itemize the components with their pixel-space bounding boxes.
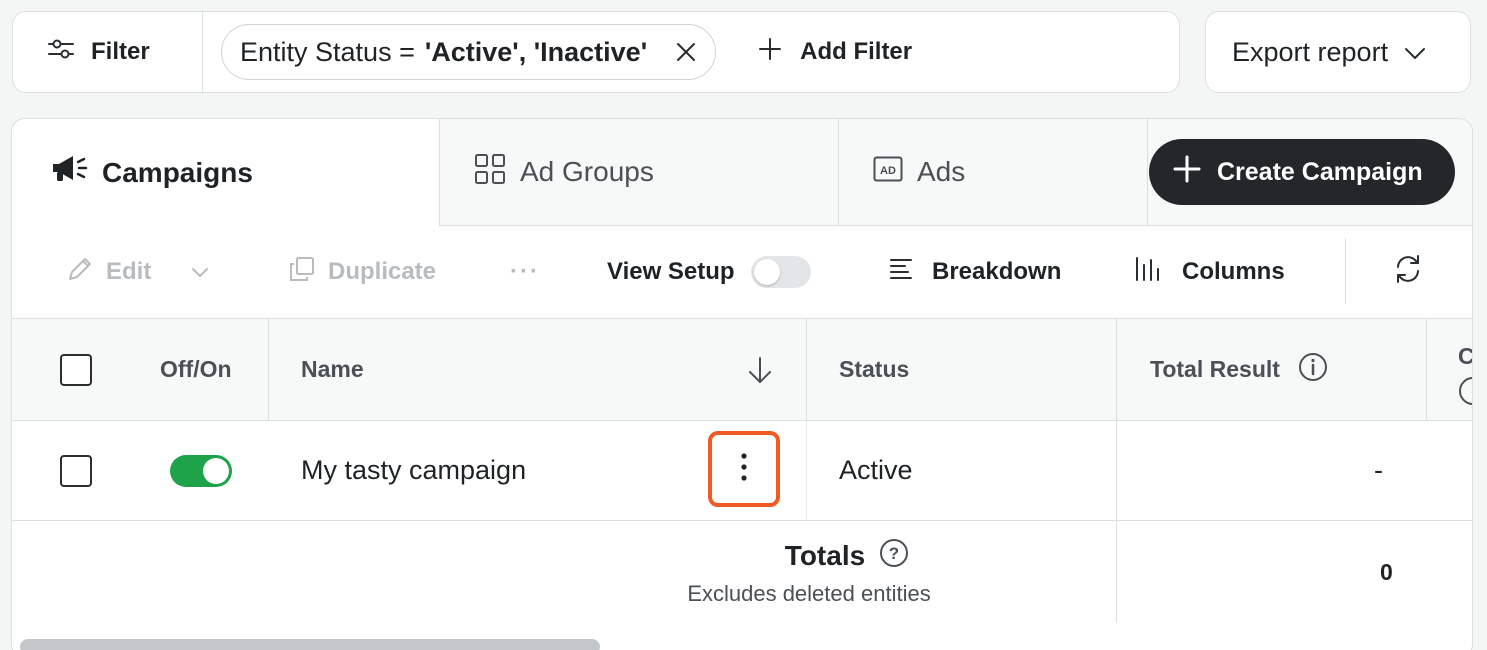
- table-row[interactable]: My tasty campaign Active -: [12, 420, 1472, 520]
- help-icon[interactable]: ?: [879, 538, 909, 575]
- totals-total-result: 0: [1380, 558, 1393, 585]
- campaign-status: Active: [839, 455, 913, 485]
- info-icon: [1459, 377, 1472, 405]
- columns-label: Columns: [1182, 258, 1285, 285]
- duplicate-label: Duplicate: [328, 258, 437, 285]
- plus-icon: [758, 37, 782, 68]
- header-partial-column[interactable]: C: [1458, 319, 1473, 420]
- scrollbar-thumb[interactable]: [20, 639, 600, 650]
- header-status[interactable]: Status: [839, 319, 909, 420]
- svg-text:?: ?: [889, 544, 899, 563]
- chevron-down-icon: [1404, 37, 1426, 68]
- campaigns-card: Campaigns Ad Groups AD Ads Create Campai…: [11, 118, 1473, 650]
- header-off-on[interactable]: Off/On: [160, 319, 232, 420]
- campaign-on-off-toggle[interactable]: [170, 454, 232, 487]
- view-setup-switch[interactable]: [750, 256, 811, 288]
- refresh-button[interactable]: [1393, 252, 1423, 293]
- plus-icon: [1173, 155, 1201, 190]
- header-name[interactable]: Name: [301, 319, 364, 420]
- breakdown-icon: [888, 256, 914, 289]
- tab-ads[interactable]: AD Ads: [839, 119, 1148, 226]
- entity-tabs: Campaigns Ad Groups AD Ads Create Campai…: [12, 119, 1472, 226]
- column-divider: [1116, 319, 1117, 420]
- select-all-checkbox[interactable]: [60, 353, 92, 386]
- duplicate-icon: [288, 255, 316, 290]
- filter-button[interactable]: Filter: [13, 12, 203, 92]
- tab-ads-label: Ads: [917, 156, 966, 187]
- column-divider: [1116, 521, 1117, 623]
- column-divider: [806, 319, 807, 420]
- svg-text:AD: AD: [880, 165, 896, 177]
- add-filter-button[interactable]: Add Filter: [758, 37, 912, 68]
- row-toggle-cell: [170, 421, 232, 520]
- header-partial-label: C: [1458, 343, 1473, 369]
- add-filter-label: Add Filter: [800, 38, 913, 65]
- header-total-result[interactable]: Total Result: [1150, 319, 1328, 420]
- column-divider: [268, 319, 269, 420]
- filter-bar: Filter Entity Status = 'Active', 'Inacti…: [12, 11, 1180, 93]
- header-total-result-label: Total Result: [1150, 356, 1280, 382]
- column-divider: [1116, 421, 1117, 520]
- filter-chip-value: 'Active', 'Inactive': [424, 36, 648, 67]
- filter-sliders-icon: [47, 37, 75, 68]
- filter-chip-key: Entity Status =: [240, 36, 415, 67]
- kebab-icon: [740, 452, 748, 487]
- breakdown-button[interactable]: Breakdown: [888, 256, 1061, 289]
- pencil-icon: [66, 255, 94, 290]
- tab-campaigns[interactable]: Campaigns: [12, 119, 440, 226]
- totals-label-cell: Totals ? Excludes deleted entities: [582, 521, 982, 623]
- campaign-name[interactable]: My tasty campaign: [301, 421, 526, 520]
- select-all-cell: [60, 319, 92, 420]
- row-checkbox[interactable]: [60, 454, 92, 487]
- export-report-dropdown[interactable]: Export report: [1205, 11, 1471, 93]
- more-horizontal-icon: ···: [510, 258, 540, 285]
- totals-heading: Totals ?: [785, 538, 909, 575]
- ad-icon: AD: [873, 156, 903, 189]
- chevron-down-icon[interactable]: [191, 258, 209, 286]
- breakdown-label: Breakdown: [932, 258, 1062, 285]
- grid-icon: [474, 153, 506, 192]
- filter-label: Filter: [91, 38, 150, 65]
- tab-campaigns-label: Campaigns: [102, 156, 253, 188]
- edit-button[interactable]: Edit: [66, 255, 209, 290]
- totals-label: Totals: [784, 540, 866, 571]
- table-header-row: Off/On Name Status Total Result C: [12, 318, 1472, 420]
- filter-chip-entity-status[interactable]: Entity Status = 'Active', 'Inactive': [221, 24, 717, 80]
- toolbar-divider: [1345, 238, 1346, 304]
- arrow-down-icon[interactable]: [745, 319, 775, 420]
- row-actions-menu-button[interactable]: [708, 431, 780, 507]
- megaphone-icon: [50, 154, 88, 191]
- column-divider: [1426, 319, 1427, 420]
- view-setup-label: View Setup: [607, 258, 735, 285]
- columns-icon: [1134, 255, 1164, 290]
- table-toolbar: Edit Duplicate ··· View Setup Breakdown: [12, 226, 1472, 318]
- info-icon[interactable]: [1298, 352, 1328, 388]
- create-campaign-label: Create Campaign: [1217, 157, 1423, 186]
- columns-button[interactable]: Columns: [1134, 255, 1285, 290]
- horizontal-scrollbar[interactable]: [12, 631, 1472, 650]
- more-options-button[interactable]: ···: [510, 258, 540, 286]
- column-divider: [806, 421, 807, 520]
- campaign-total-result: -: [1374, 455, 1383, 485]
- view-setup-toggle[interactable]: View Setup: [607, 256, 811, 288]
- edit-label: Edit: [106, 258, 152, 285]
- totals-row: Totals ? Excludes deleted entities 0: [12, 520, 1472, 623]
- export-report-label: Export report: [1232, 36, 1389, 67]
- close-icon[interactable]: [675, 41, 697, 63]
- sync-icon: [1393, 252, 1423, 293]
- row-select-cell: [60, 421, 92, 520]
- tab-ad-groups[interactable]: Ad Groups: [440, 119, 839, 226]
- create-campaign-button[interactable]: Create Campaign: [1149, 139, 1455, 205]
- tab-ad-groups-label: Ad Groups: [520, 156, 654, 187]
- totals-note: Excludes deleted entities: [687, 580, 931, 606]
- duplicate-button[interactable]: Duplicate: [288, 255, 436, 290]
